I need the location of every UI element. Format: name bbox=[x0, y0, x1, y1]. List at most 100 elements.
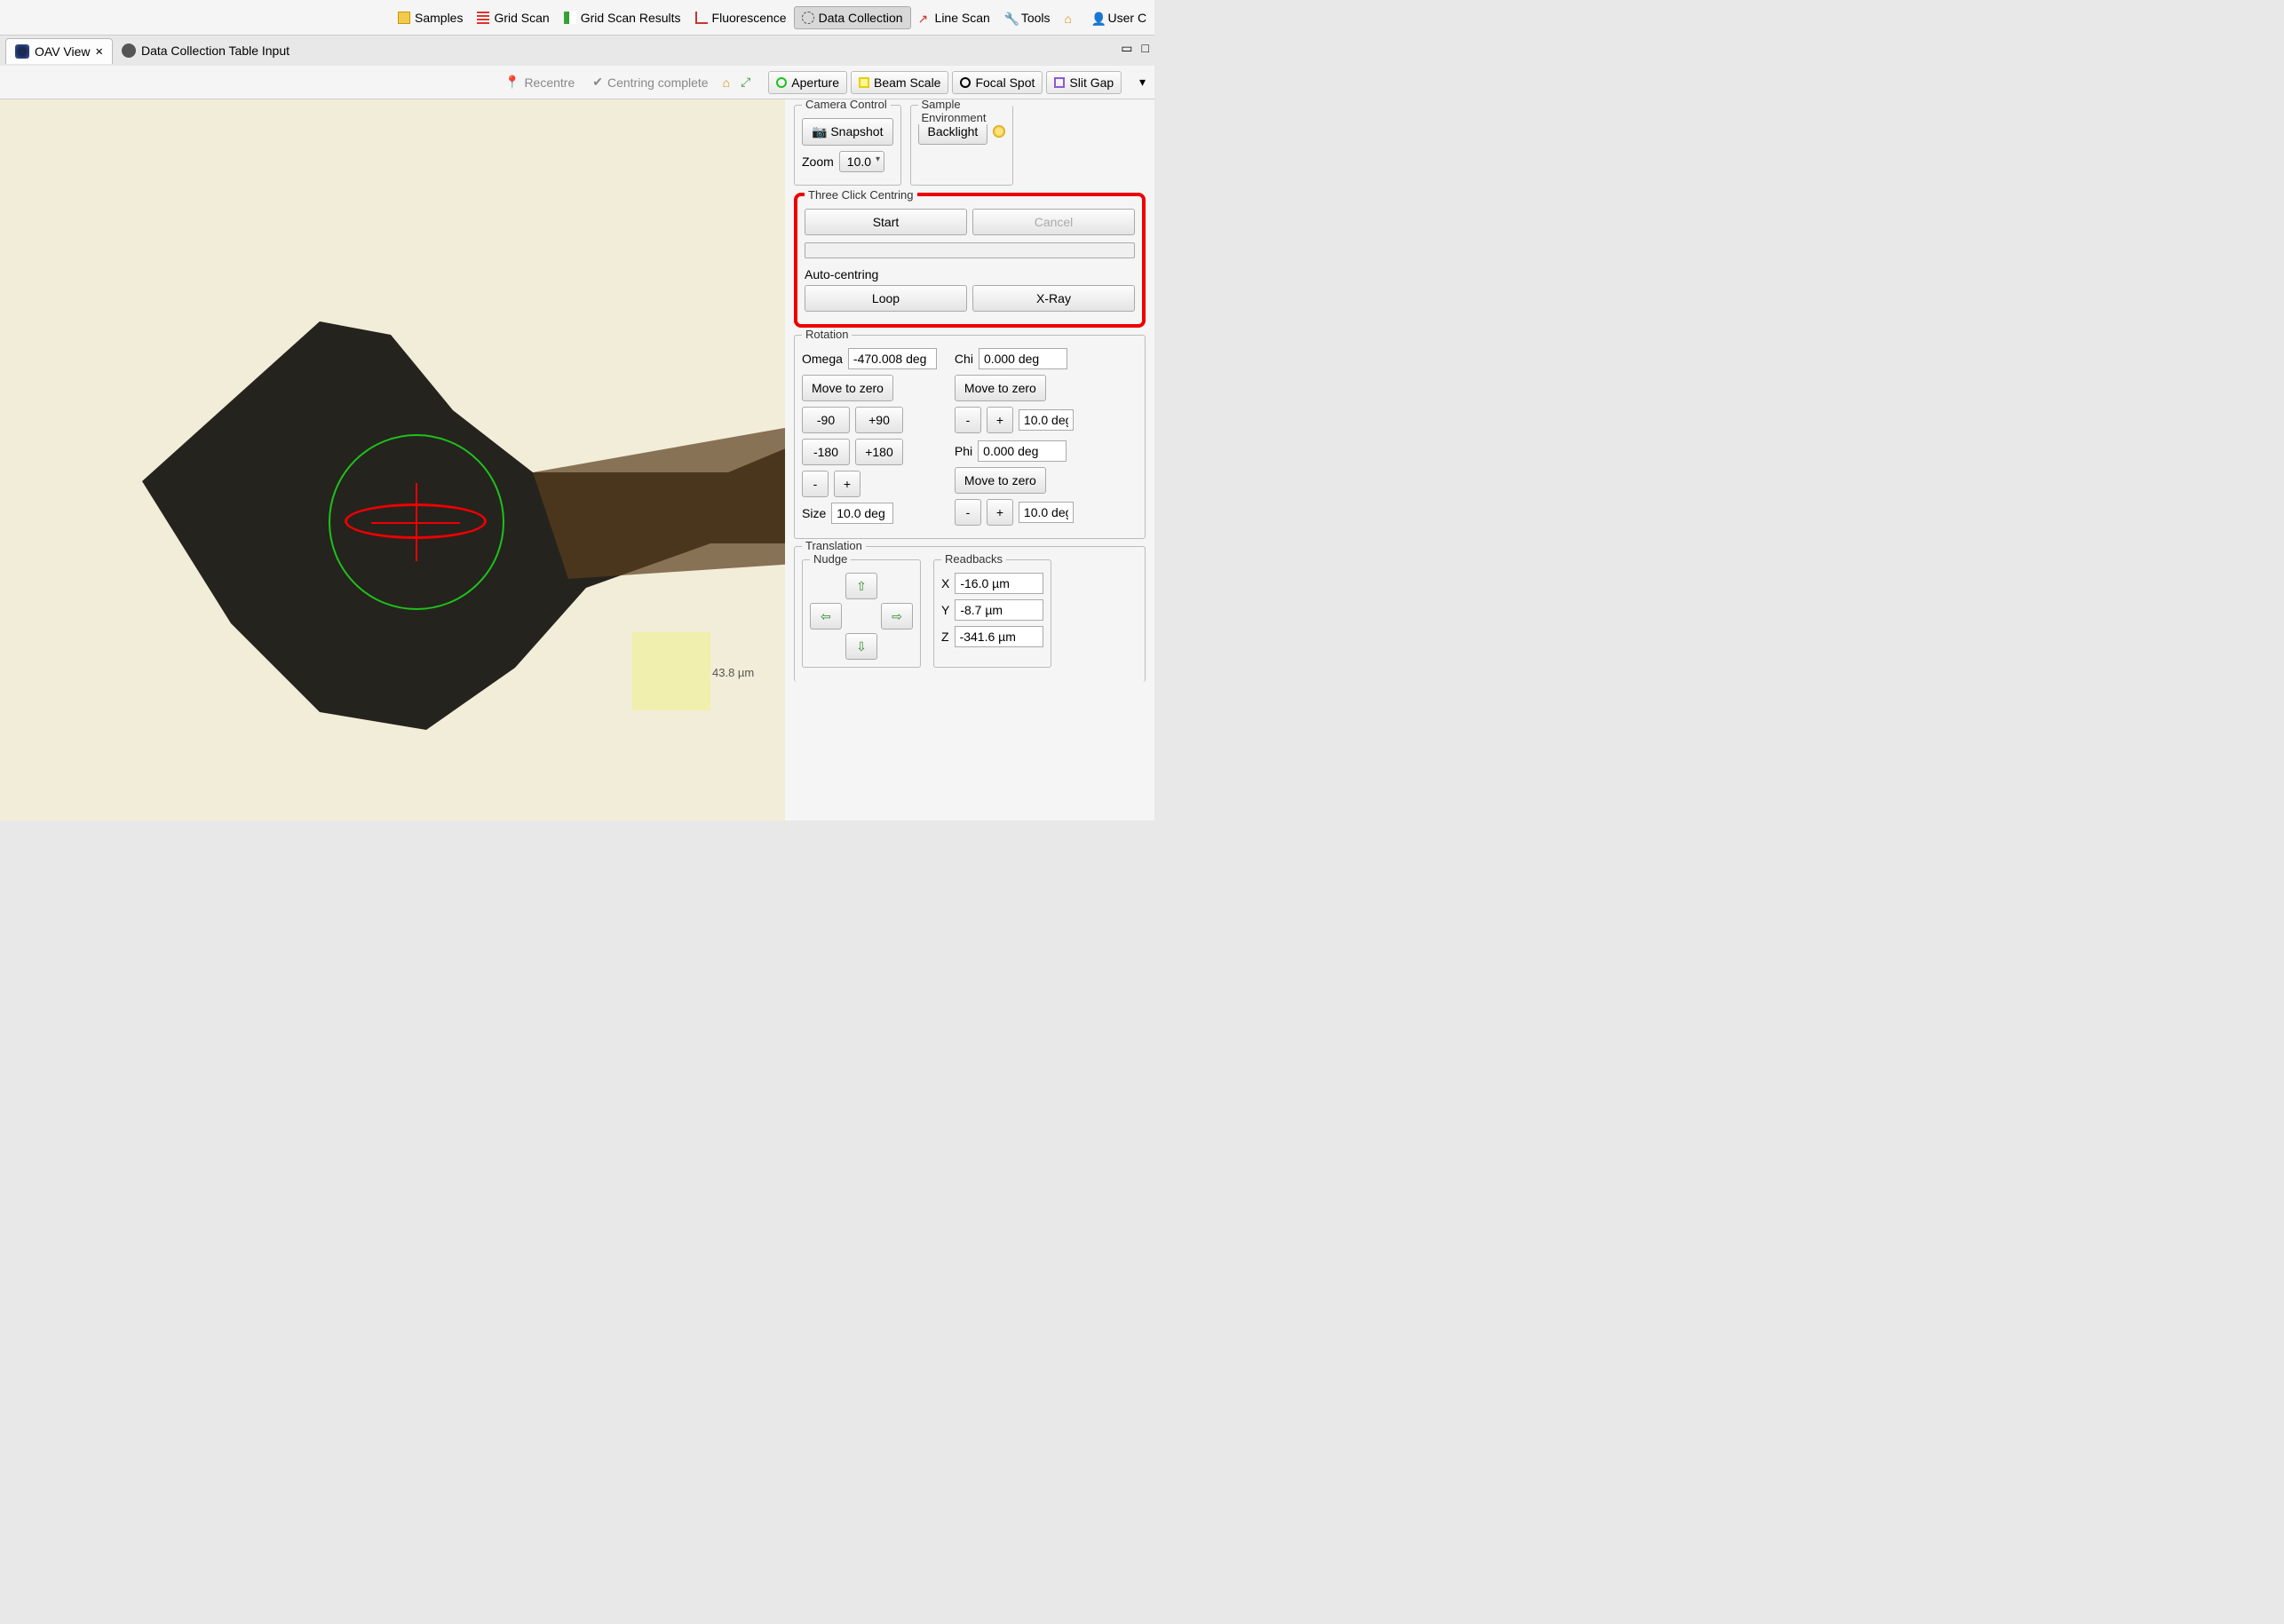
camera-viewport[interactable]: 43.8 µm bbox=[0, 99, 785, 820]
omega-minus90-button[interactable]: -90 bbox=[802, 407, 850, 433]
view-toolbar: 📍 Recentre ✔ Centring complete ⌂ ⤢ Apert… bbox=[0, 66, 1154, 99]
omega-minus-button[interactable]: - bbox=[802, 471, 829, 497]
omega-plus180-button[interactable]: +180 bbox=[855, 439, 903, 465]
menu-grid-scan-results[interactable]: Grid Scan Results bbox=[557, 7, 688, 28]
menu-label: Data Collection bbox=[819, 11, 903, 25]
phi-step-field[interactable] bbox=[1019, 502, 1074, 523]
auto-centring-label: Auto-centring bbox=[805, 267, 878, 281]
camera-icon: 📷 bbox=[812, 124, 827, 139]
nudge-right-button[interactable]: ⇨ bbox=[881, 603, 913, 630]
nudge-left-button[interactable]: ⇦ bbox=[810, 603, 842, 630]
scale-label: 43.8 µm bbox=[712, 666, 754, 679]
nudge-up-button[interactable]: ⇧ bbox=[845, 573, 877, 599]
toggle-label: Beam Scale bbox=[874, 75, 940, 90]
table-icon bbox=[122, 44, 136, 58]
camera-control-panel: Camera Control 📷 Snapshot Zoom 10.0 bbox=[794, 105, 901, 186]
omega-field[interactable] bbox=[848, 348, 937, 369]
menu-data-collection[interactable]: Data Collection bbox=[794, 6, 911, 29]
wrench-icon: 🔧 bbox=[1004, 12, 1017, 24]
z-label: Z bbox=[941, 630, 949, 644]
centring-start-button[interactable]: Start bbox=[805, 209, 967, 235]
tab-oav-view[interactable]: OAV View ✕ bbox=[5, 38, 113, 64]
chi-step-field[interactable] bbox=[1019, 409, 1074, 431]
tab-label: OAV View bbox=[35, 44, 91, 59]
btn-label: Recentre bbox=[524, 75, 575, 90]
toggle-label: Aperture bbox=[791, 75, 839, 90]
omega-plus90-button[interactable]: +90 bbox=[855, 407, 903, 433]
centring-cancel-button: Cancel bbox=[972, 209, 1135, 235]
crosshair-horizontal bbox=[371, 522, 460, 524]
zoom-select[interactable]: 10.0 bbox=[839, 151, 884, 172]
menu-grid-scan[interactable]: Grid Scan bbox=[470, 7, 556, 28]
btn-label: Backlight bbox=[928, 124, 979, 139]
phi-minus-button[interactable]: - bbox=[955, 499, 981, 526]
camera-icon bbox=[15, 44, 29, 59]
recentre-button[interactable]: 📍 Recentre bbox=[497, 71, 582, 93]
auto-xray-button[interactable]: X-Ray bbox=[972, 285, 1135, 312]
btn-label: X-Ray bbox=[1036, 291, 1071, 305]
btn-label: +90 bbox=[868, 413, 890, 427]
chi-move-zero-button[interactable]: Move to zero bbox=[955, 375, 1046, 401]
menu-samples[interactable]: Samples bbox=[391, 7, 470, 28]
folder-icon bbox=[398, 12, 410, 24]
minimize-icon[interactable]: ▭ bbox=[1121, 41, 1132, 56]
auto-loop-button[interactable]: Loop bbox=[805, 285, 967, 312]
arrow-right-icon: ⇨ bbox=[892, 609, 902, 623]
btn-label: -180 bbox=[813, 445, 838, 459]
home-icon[interactable]: ⌂ bbox=[719, 75, 734, 90]
expand-icon[interactable]: ⤢ bbox=[737, 75, 754, 90]
bulb-icon bbox=[993, 125, 1005, 138]
chi-minus-button[interactable]: - bbox=[955, 407, 981, 433]
slit-gap-toggle[interactable]: Slit Gap bbox=[1046, 71, 1122, 94]
y-field[interactable] bbox=[955, 599, 1043, 621]
phi-plus-button[interactable]: + bbox=[987, 499, 1013, 526]
btn-label: Move to zero bbox=[964, 473, 1036, 487]
main-menu-bar: Samples Grid Scan Grid Scan Results Fluo… bbox=[0, 0, 1154, 36]
home-icon: ⌂ bbox=[1065, 12, 1077, 24]
tab-label: Data Collection Table Input bbox=[141, 44, 289, 58]
btn-label: Move to zero bbox=[812, 381, 884, 395]
maximize-icon[interactable]: □ bbox=[1142, 41, 1149, 56]
phi-move-zero-button[interactable]: Move to zero bbox=[955, 467, 1046, 494]
btn-label: - bbox=[966, 505, 971, 519]
menu-home[interactable]: ⌂ bbox=[1058, 8, 1084, 28]
menu-label: Fluorescence bbox=[712, 11, 787, 25]
menu-label: Grid Scan Results bbox=[581, 11, 681, 25]
phi-field[interactable] bbox=[978, 440, 1067, 462]
pin-icon: 📍 bbox=[504, 75, 519, 90]
snapshot-button[interactable]: 📷 Snapshot bbox=[802, 118, 893, 146]
btn-label: - bbox=[813, 477, 818, 491]
user-icon: 👤 bbox=[1091, 12, 1104, 24]
check-icon: ✔ bbox=[592, 75, 603, 90]
omega-step-field[interactable] bbox=[831, 503, 893, 524]
menu-label: User C bbox=[1108, 11, 1147, 25]
focal-spot-toggle[interactable]: Focal Spot bbox=[952, 71, 1043, 94]
centring-complete-button[interactable]: ✔ Centring complete bbox=[585, 71, 715, 93]
omega-minus180-button[interactable]: -180 bbox=[802, 439, 850, 465]
tab-data-collection-input[interactable]: Data Collection Table Input bbox=[113, 38, 298, 63]
nudge-panel: Nudge ⇧ ⇦ ⇨ ⇩ bbox=[802, 559, 921, 668]
chevron-down-icon[interactable]: ▾ bbox=[1139, 75, 1146, 89]
omega-plus-button[interactable]: + bbox=[834, 471, 860, 497]
menu-label: Tools bbox=[1021, 11, 1051, 25]
panel-title: Rotation bbox=[802, 328, 852, 341]
nudge-down-button[interactable]: ⇩ bbox=[845, 633, 877, 660]
x-field[interactable] bbox=[955, 573, 1043, 594]
z-field[interactable] bbox=[955, 626, 1043, 647]
grid-icon bbox=[477, 12, 489, 24]
beam-scale-toggle[interactable]: Beam Scale bbox=[851, 71, 948, 94]
omega-move-zero-button[interactable]: Move to zero bbox=[802, 375, 893, 401]
menu-user[interactable]: 👤 User C bbox=[1084, 7, 1154, 28]
menu-line-scan[interactable]: ↗ Line Scan bbox=[911, 7, 997, 28]
aperture-toggle[interactable]: Aperture bbox=[768, 71, 847, 94]
chi-plus-button[interactable]: + bbox=[987, 407, 1013, 433]
chart-icon bbox=[695, 12, 708, 24]
menu-tools[interactable]: 🔧 Tools bbox=[997, 7, 1058, 28]
chi-field[interactable] bbox=[979, 348, 1067, 369]
x-label: X bbox=[941, 576, 949, 590]
menu-fluorescence[interactable]: Fluorescence bbox=[688, 7, 794, 28]
side-panel: Camera Control 📷 Snapshot Zoom 10.0 Samp… bbox=[785, 99, 1154, 820]
close-icon[interactable]: ✕ bbox=[96, 44, 103, 59]
arrow-up-icon: ⇧ bbox=[856, 579, 867, 593]
zoom-value: 10.0 bbox=[847, 154, 871, 169]
